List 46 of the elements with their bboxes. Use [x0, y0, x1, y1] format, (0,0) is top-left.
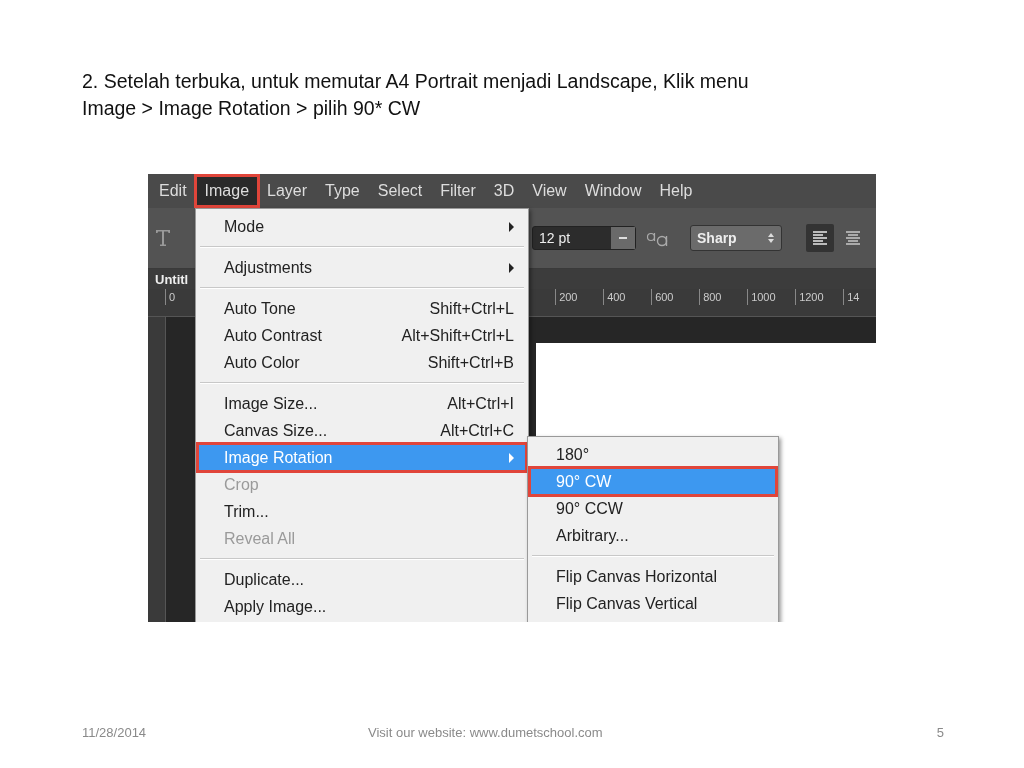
- menu-item[interactable]: Mode: [198, 213, 526, 240]
- footer-date: 11/28/2014: [82, 725, 148, 740]
- menu-item[interactable]: Flip Canvas Horizontal: [530, 563, 776, 590]
- page-number: 5: [936, 725, 944, 740]
- menu-bar-item[interactable]: 3D: [484, 176, 524, 206]
- menu-bar-item[interactable]: Edit: [150, 176, 196, 206]
- menu-item[interactable]: Image Size... Alt+Ctrl+I: [198, 390, 526, 417]
- menu-bar-item[interactable]: Help: [650, 176, 702, 206]
- slide-heading: 2. Setelah terbuka, untuk memutar A4 Portrait menjadi Landscape, Klik menu Image > Image Rotation > pilih 90* CW: [82, 69, 750, 121]
- ruler-label: 600: [651, 289, 700, 305]
- anti-alias-select[interactable]: Sharp: [690, 225, 782, 251]
- menu-item[interactable]: Trim...: [198, 498, 526, 525]
- align-left-icon: [812, 230, 828, 246]
- menu-bar-item[interactable]: View: [523, 176, 576, 206]
- font-size-field[interactable]: 12 pt: [532, 226, 636, 250]
- menu-item[interactable]: Duplicate...: [198, 566, 526, 593]
- ruler-label: 1200: [795, 289, 844, 305]
- ruler-label: 1000: [747, 289, 796, 305]
- align-left-button[interactable]: [806, 224, 834, 252]
- spinner-arrows-icon: [767, 232, 775, 244]
- ruler-label: 14: [843, 289, 876, 305]
- menu-item[interactable]: Auto Contrast Alt+Shift+Ctrl+L: [198, 322, 526, 349]
- ruler-label: 400: [603, 289, 652, 305]
- menu-item[interactable]: Arbitrary...: [530, 522, 776, 549]
- footer-text: Visit our website: www.dumetschool.com: [368, 725, 603, 740]
- menu-bar-item[interactable]: Filter: [431, 176, 485, 206]
- ruler-label: 800: [699, 289, 748, 305]
- menu-item[interactable]: 90° CCW: [530, 495, 776, 522]
- dropdown-icon[interactable]: [611, 227, 635, 249]
- menu-item[interactable]: Flip Canvas Vertical: [530, 590, 776, 617]
- menu-item[interactable]: Apply Image...: [198, 593, 526, 620]
- ruler-label: 0: [165, 289, 176, 305]
- type-tool-icon[interactable]: [154, 227, 172, 249]
- menu-item[interactable]: Auto Color Shift+Ctrl+B: [198, 349, 526, 376]
- menu-bar-item[interactable]: Type: [316, 176, 369, 206]
- document-tab[interactable]: Untitl: [148, 271, 189, 287]
- menu-item[interactable]: Auto Tone Shift+Ctrl+L: [198, 295, 526, 322]
- menu-bar-item[interactable]: Image: [195, 176, 259, 206]
- menu-bar-item[interactable]: Layer: [258, 176, 317, 206]
- ruler-label: 200: [555, 289, 604, 305]
- menu-item[interactable]: Adjustments: [198, 254, 526, 281]
- menu-bar-item[interactable]: Select: [368, 176, 432, 206]
- menu-item[interactable]: 180°: [530, 441, 776, 468]
- menu-bar-item[interactable]: Window: [575, 176, 651, 206]
- align-center-icon[interactable]: [845, 230, 861, 246]
- menu-item[interactable]: Canvas Size... Alt+Ctrl+C: [198, 417, 526, 444]
